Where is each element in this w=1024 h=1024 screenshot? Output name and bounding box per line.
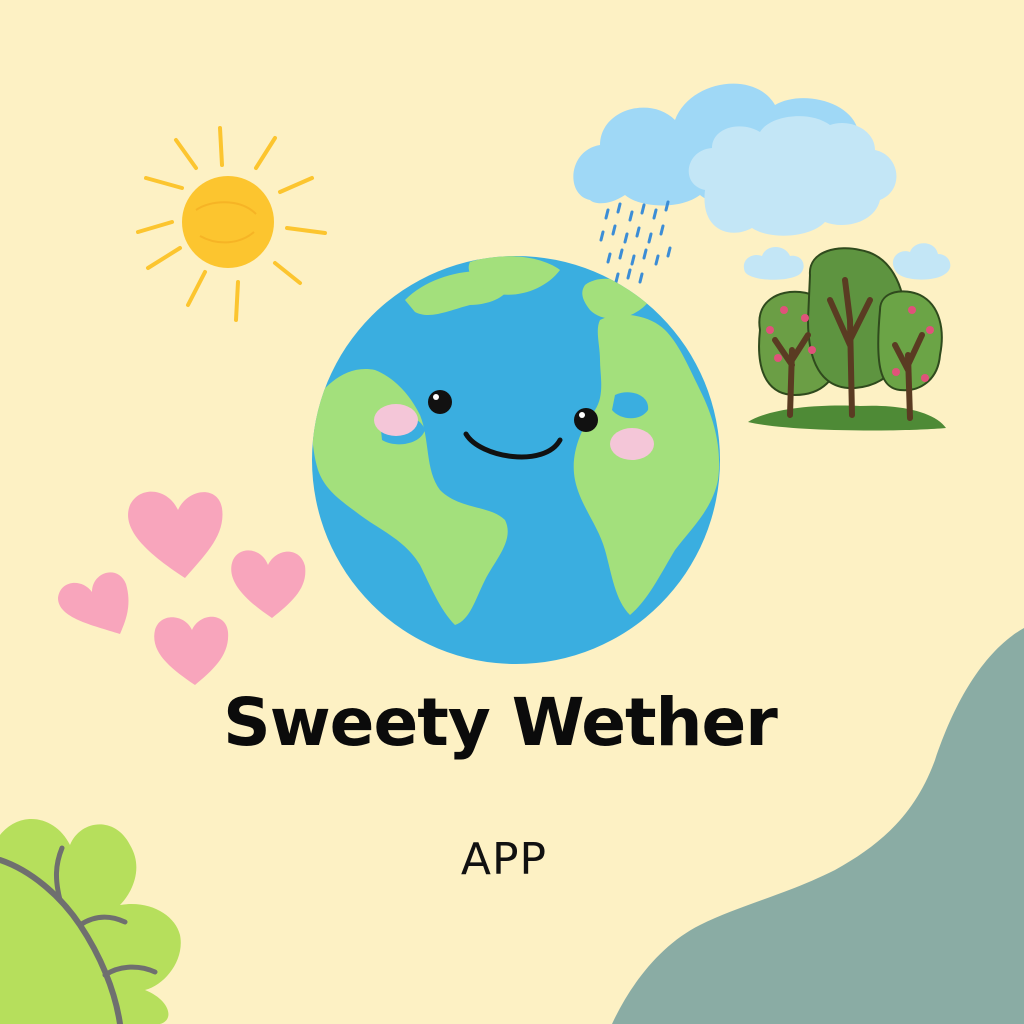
app-title: Sweety Wether xyxy=(223,684,778,761)
trees-icon xyxy=(743,243,951,431)
app-subtitle: APP xyxy=(460,834,548,885)
hearts-icon xyxy=(58,491,306,685)
sun-icon xyxy=(136,126,327,322)
earth-icon xyxy=(312,256,720,664)
